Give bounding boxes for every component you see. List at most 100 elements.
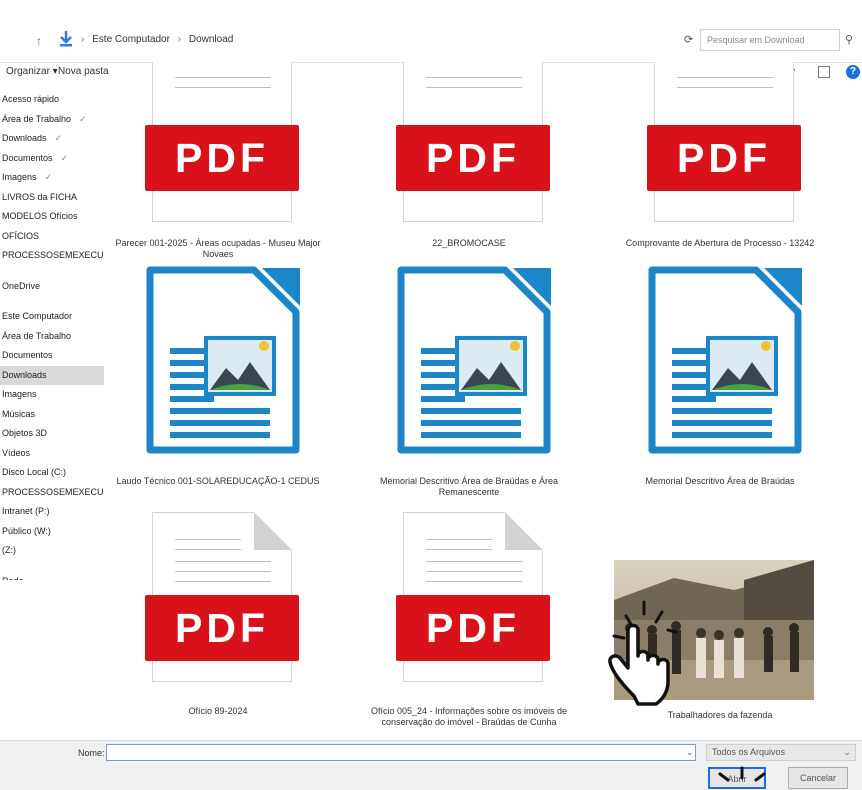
file-type-select[interactable]: Todos os Arquivos ⌄ bbox=[706, 744, 856, 761]
sidebar-item[interactable]: Músicas bbox=[0, 405, 104, 425]
sidebar-item-label: Documentos bbox=[2, 152, 53, 163]
pdf-icon: PDF bbox=[396, 125, 550, 191]
file-name: 22_BROMOCASE bbox=[432, 238, 506, 248]
sidebar-item[interactable]: OneDrive bbox=[0, 277, 104, 297]
sidebar-item[interactable]: Acesso rápido bbox=[0, 90, 104, 110]
draw-document-icon bbox=[146, 266, 300, 454]
sidebar-item[interactable]: LIVROS da FICHA bbox=[0, 188, 104, 208]
sidebar-item-label: Vídeos bbox=[2, 447, 31, 458]
organize-button[interactable]: Organizar ▾ bbox=[6, 66, 58, 77]
sidebar-item[interactable]: Disco Local (C:) bbox=[0, 463, 104, 483]
breadcrumb-item[interactable]: Download bbox=[189, 34, 233, 45]
file-name: Ofício 89-2024 bbox=[188, 706, 248, 716]
sidebar-item-label: Público (W:) bbox=[2, 525, 51, 536]
sidebar-item-label: LIVROS da FICHA bbox=[2, 191, 78, 202]
up-arrow-icon[interactable]: ↑ bbox=[36, 34, 42, 48]
sidebar-item-label: Intranet (P:) bbox=[2, 506, 50, 516]
sidebar-item-label: Área de Trabalho bbox=[2, 113, 72, 124]
file-item[interactable]: Memorial Descritivo Área de Braúdas e Ár… bbox=[359, 266, 579, 498]
photo-thumbnail bbox=[614, 560, 814, 700]
sidebar-item[interactable]: PROCESSOSEMEXECUÇÃO bbox=[0, 246, 104, 266]
file-item[interactable]: PDF Comprovante de Abertura de Processo … bbox=[610, 62, 830, 262]
file-name: Comprovante de Abertura de Processo - 13… bbox=[625, 238, 815, 248]
pin-icon: ✓ bbox=[79, 113, 87, 124]
sidebar-item[interactable]: Documentos bbox=[0, 346, 104, 366]
sidebar-item-label: Documentos bbox=[2, 350, 53, 360]
sidebar-item[interactable]: Rede bbox=[0, 572, 104, 581]
navigation-pane[interactable]: Acesso rápido Área de Trabalho ✓ Downloads ✓… bbox=[0, 90, 104, 580]
chevron-right-icon: › bbox=[177, 34, 182, 45]
sidebar-item[interactable]: OFÍCIOS bbox=[0, 227, 104, 247]
open-button[interactable]: Abrir bbox=[708, 767, 766, 789]
pdf-icon: PDF bbox=[647, 125, 801, 191]
new-folder-button[interactable]: Nova pasta bbox=[58, 66, 109, 77]
chevron-down-icon[interactable]: ⌄ bbox=[686, 747, 694, 758]
file-item[interactable]: PDF Ofício 89-2024 bbox=[108, 512, 328, 722]
sidebar-item[interactable]: Documentos ✓ bbox=[0, 149, 104, 169]
sidebar-item-label: Imagens bbox=[2, 172, 37, 182]
draw-document-icon bbox=[648, 266, 802, 454]
pdf-icon: PDF bbox=[145, 595, 299, 661]
breadcrumb[interactable]: › Este Computador › Download bbox=[76, 34, 676, 50]
sidebar-item-label: OFÍCIOS bbox=[2, 230, 40, 241]
sidebar-item[interactable]: Público (W:) bbox=[0, 522, 104, 542]
sidebar-item-label: Rede bbox=[2, 576, 24, 581]
sidebar-item[interactable]: Intranet (P:) bbox=[0, 502, 104, 522]
download-folder-icon bbox=[60, 31, 72, 47]
sidebar-item-label: Downloads bbox=[2, 133, 47, 143]
pdf-icon: PDF bbox=[396, 595, 550, 661]
sidebar-item[interactable]: Área de Trabalho ✓ bbox=[0, 110, 104, 130]
sidebar-item-label: Este Computador bbox=[2, 311, 73, 321]
file-list[interactable]: PDF Parecer 001-2025 - Áreas ocupadas - … bbox=[106, 62, 850, 740]
sidebar-item[interactable]: PROCESSOSEMEXECUÇÃO bbox=[0, 483, 104, 503]
sidebar-item-label: PROCESSOSEMEXECUÇÃO bbox=[2, 250, 104, 260]
file-name: Memorial Descritivo Área de Braúdas bbox=[645, 476, 795, 486]
sidebar-item[interactable]: Objetos 3D bbox=[0, 424, 104, 444]
file-name: Ofício 005_24 - Informações sobre os imó… bbox=[370, 706, 568, 727]
sidebar-item-label: (Z:) bbox=[2, 545, 16, 555]
file-name-input[interactable] bbox=[106, 744, 696, 761]
sidebar-item[interactable]: Downloads ✓ bbox=[0, 129, 104, 149]
sidebar-item[interactable]: Este Computador bbox=[0, 307, 104, 327]
file-name: Trabalhadores da fazenda bbox=[667, 710, 773, 720]
refresh-icon[interactable]: ⟳ bbox=[684, 33, 693, 46]
pin-icon: ✓ bbox=[44, 172, 53, 182]
sidebar-item-label: Músicas bbox=[2, 408, 36, 419]
sidebar-item-label: Imagens bbox=[2, 389, 37, 399]
file-name: Memorial Descritivo Área de Braúdas e Ár… bbox=[379, 476, 559, 497]
sidebar-item[interactable]: Downloads bbox=[0, 365, 104, 385]
sidebar-item-label: OneDrive bbox=[2, 280, 41, 291]
file-item[interactable]: Laudo Técnico 001-SOLAREDUCAÇÃO-1 CEDUS bbox=[108, 266, 328, 498]
file-item[interactable]: PDF Ofício 005_24 - Informações sobre os… bbox=[359, 512, 579, 738]
sidebar-item[interactable]: Imagens bbox=[0, 385, 104, 405]
sidebar-item[interactable]: Imagens ✓ bbox=[0, 168, 104, 188]
sidebar-item-label: PROCESSOSEMEXECUÇÃO bbox=[2, 486, 104, 497]
chevron-right-icon: › bbox=[81, 34, 85, 45]
file-item[interactable]: PDF Parecer 001-2025 - Áreas ocupadas - … bbox=[108, 62, 328, 262]
breadcrumb-item[interactable]: Este Computador bbox=[92, 34, 170, 45]
search-icon[interactable]: ⚲ bbox=[845, 33, 853, 46]
sidebar-item-label: Objetos 3D bbox=[2, 428, 48, 438]
pin-icon: ✓ bbox=[54, 133, 63, 143]
dialog-footer: Nome: ⌄ Todos os Arquivos ⌄ Abrir Cancel… bbox=[0, 740, 862, 790]
sidebar-item-label: MODELOS Ofícios bbox=[2, 211, 78, 221]
search-input[interactable] bbox=[700, 29, 840, 51]
sidebar-item[interactable]: MODELOS Ofícios bbox=[0, 207, 104, 227]
sidebar-item-label: Disco Local (C:) bbox=[2, 467, 67, 477]
draw-document-icon bbox=[397, 266, 551, 454]
cancel-button[interactable]: Cancelar bbox=[788, 767, 848, 789]
sidebar-item-label: Downloads bbox=[2, 369, 47, 380]
sidebar-item[interactable]: Área de Trabalho bbox=[0, 327, 104, 347]
file-name: Laudo Técnico 001-SOLAREDUCAÇÃO-1 CEDUS bbox=[116, 476, 320, 486]
address-bar-area: ↑ › Este Computador › Download ⟳ ⚲ bbox=[0, 0, 862, 63]
sidebar-item[interactable]: Vídeos bbox=[0, 444, 104, 464]
pin-icon: ✓ bbox=[60, 152, 69, 163]
file-item[interactable]: PDF 22_BROMOCASE bbox=[359, 62, 579, 262]
sidebar-item[interactable]: (Z:) bbox=[0, 541, 104, 561]
file-name-label: Nome: bbox=[78, 748, 105, 758]
pdf-icon: PDF bbox=[145, 125, 299, 191]
file-item[interactable]: Memorial Descritivo Área de Braúdas bbox=[610, 266, 830, 498]
sidebar-item-label: Acesso rápido bbox=[2, 94, 60, 104]
